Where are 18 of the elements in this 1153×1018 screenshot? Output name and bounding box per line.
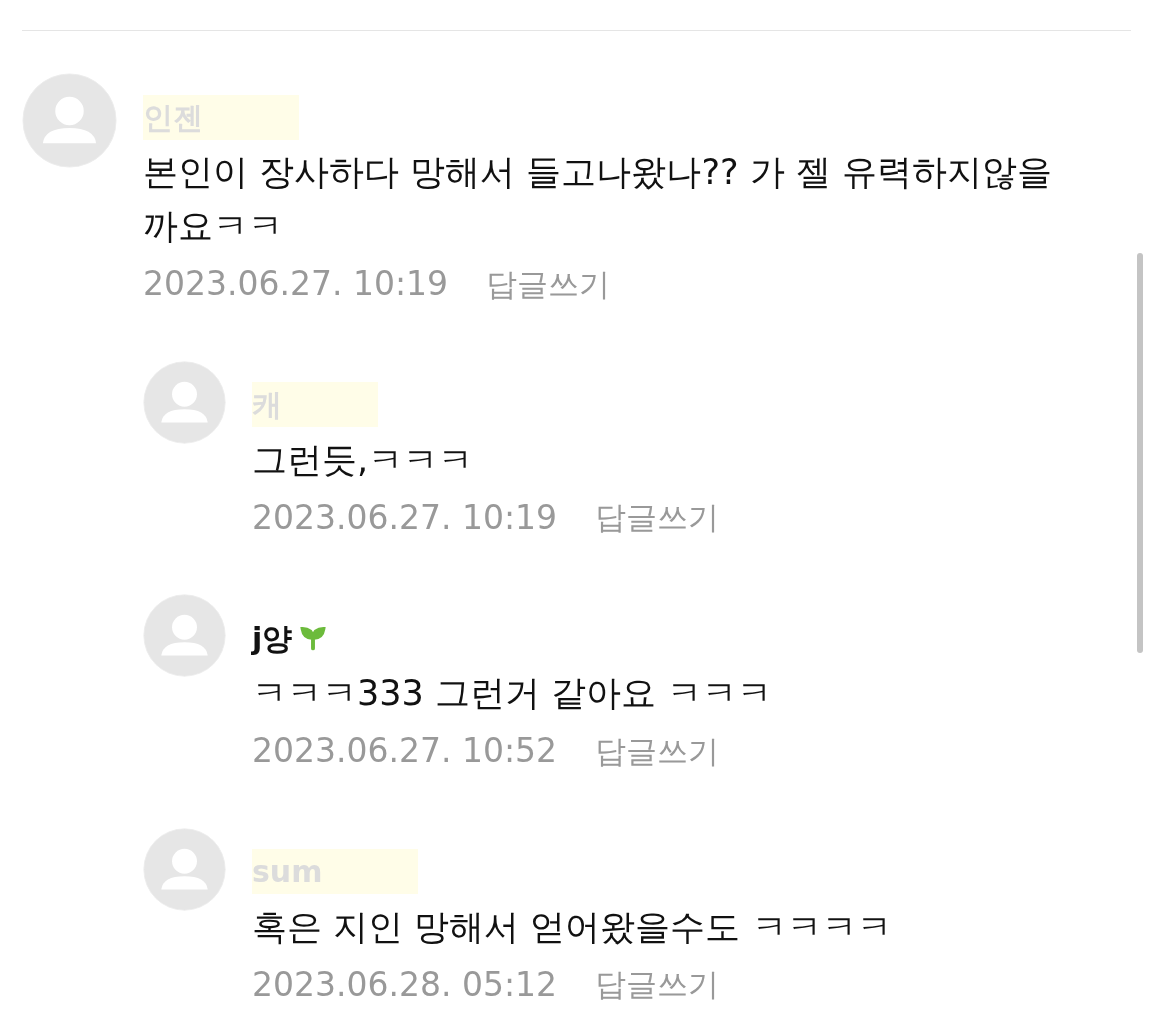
- comment-text: 본인이 장사하다 망해서 들고나왔나?? 가 젤 유력하지않을까요ㅋㅋ: [143, 151, 1053, 248]
- avatar-icon: [143, 594, 226, 677]
- comment-date: 2023.06.28. 05:12: [252, 963, 558, 1006]
- avatar-icon: [143, 827, 226, 911]
- scrollbar[interactable]: [1137, 253, 1143, 653]
- comment-text: ㅋㅋㅋ333 그런거 같아요 ㅋㅋㅋ: [252, 672, 774, 715]
- comment-text: 그런듯,ㅋㅋㅋ: [252, 438, 475, 482]
- reply-link[interactable]: 답글쓰기: [595, 726, 720, 776]
- reply-link[interactable]: 답글쓰기: [486, 259, 611, 309]
- avatar-icon: [22, 73, 117, 168]
- comment-text: 혹은 지인 망해서 얻어왔을수도 ㅋㅋㅋㅋ: [252, 905, 893, 949]
- avatar-icon: [143, 360, 226, 444]
- author-name: j양: [252, 619, 293, 658]
- comment-date: 2023.06.27. 10:19: [252, 496, 558, 539]
- comment-date: 2023.06.27. 10:19: [143, 263, 449, 305]
- reply-link[interactable]: 답글쓰기: [595, 959, 720, 1009]
- comment-date: 2023.06.27. 10:52: [252, 730, 558, 772]
- reply-link[interactable]: 답글쓰기: [595, 492, 720, 542]
